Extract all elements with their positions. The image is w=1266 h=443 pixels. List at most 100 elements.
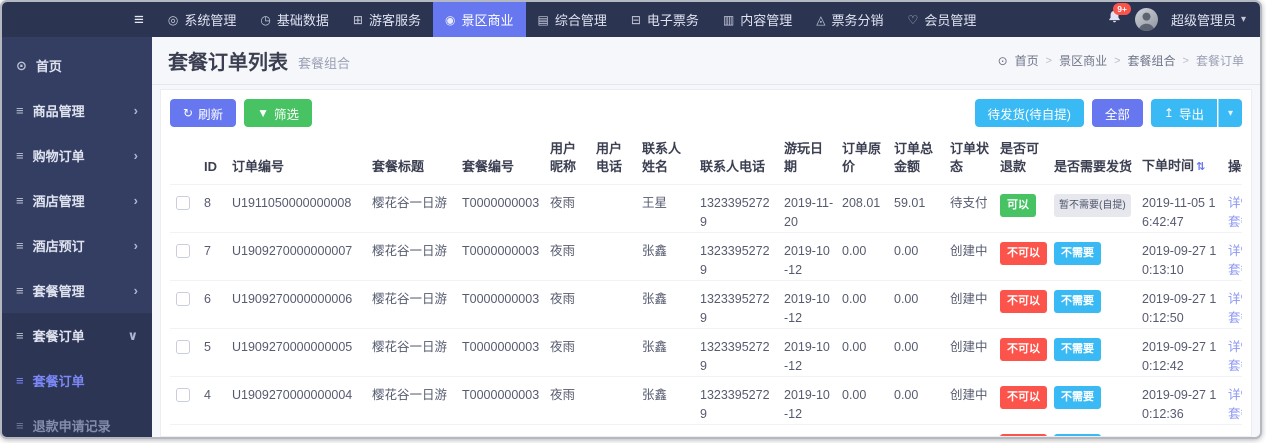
sidebar-item[interactable]: ≡ 购物订单 › bbox=[2, 133, 152, 178]
sidebar-item[interactable]: ≡ 退款申请记录 bbox=[2, 403, 152, 437]
menu-icon: ≡ bbox=[16, 373, 24, 388]
detail-link[interactable]: 详情 bbox=[1228, 244, 1242, 258]
export-button[interactable]: ↥ 导出 bbox=[1150, 99, 1217, 127]
package-link[interactable]: 套餐 bbox=[1228, 215, 1242, 229]
export-icon: ↥ bbox=[1163, 106, 1174, 120]
column-header-label: 联系人姓名 bbox=[642, 141, 682, 174]
sidebar-item[interactable]: ≡ 商品管理 › bbox=[2, 88, 152, 133]
cell-shipping: 不需要 bbox=[1050, 376, 1138, 425]
clock-icon: ◷ bbox=[260, 12, 271, 27]
row-checkbox[interactable] bbox=[176, 196, 190, 211]
top-menu: ◎ 系统管理 ◷ 基础数据 ⊞ 游客服务 ◉ 景区商业 ▤ 综合管理 ⊟ 电子票务 ▥ 内容管理 ◬ 票务分销… bbox=[156, 2, 988, 37]
cell-package-title: 樱花谷一日游 bbox=[368, 376, 458, 425]
top-menu-item[interactable]: ⊞ 游客服务 bbox=[341, 2, 433, 37]
column-header-label: 用户昵称 bbox=[550, 141, 577, 174]
cell-package-no: T0000000003 bbox=[458, 232, 546, 281]
package-link[interactable]: 套餐 bbox=[1228, 263, 1242, 277]
all-button[interactable]: 全部 bbox=[1091, 99, 1143, 127]
shipping-badge: 不需要 bbox=[1054, 434, 1101, 436]
shipping-badge: 不需要 bbox=[1054, 386, 1101, 409]
top-menu-item-label: 票务分销 bbox=[831, 13, 884, 28]
cell-contact-phone: 13233952729 bbox=[696, 280, 780, 329]
pending-shipment-button[interactable]: 待发货(待自提) bbox=[974, 99, 1084, 127]
row-checkbox[interactable] bbox=[176, 388, 190, 403]
cell-status: 创建中 bbox=[946, 424, 996, 436]
refresh-button[interactable]: ↻ 刷新 bbox=[170, 99, 237, 127]
column-header-label: 套餐标题 bbox=[372, 158, 425, 174]
breadcrumb-separator: > bbox=[1045, 54, 1053, 67]
chevron-down-icon: ▾ bbox=[1227, 107, 1233, 119]
top-menu-item[interactable]: ◉ 景区商业 bbox=[433, 2, 526, 37]
top-menu-item[interactable]: ◷ 基础数据 bbox=[248, 2, 341, 37]
avatar[interactable] bbox=[1134, 8, 1158, 31]
user-menu[interactable]: 超级管理员 ▾ bbox=[1171, 10, 1246, 29]
cell-contact-phone: 13233952729 bbox=[696, 328, 780, 377]
refundable-badge: 不可以 bbox=[1000, 242, 1047, 265]
filter-icon: ▼ bbox=[257, 106, 269, 120]
cell-status: 创建中 bbox=[946, 280, 996, 329]
export-dropdown-button[interactable]: ▾ bbox=[1217, 99, 1242, 127]
breadcrumb-item[interactable]: 套餐组合 bbox=[1128, 52, 1176, 69]
cell-created-at: 2019-09-27 10:13:10 bbox=[1138, 232, 1224, 281]
sidebar-item[interactable]: ≡ 套餐管理 › bbox=[2, 268, 152, 313]
hamburger-icon[interactable]: ≡ bbox=[122, 2, 156, 37]
detail-link[interactable]: 详情 bbox=[1228, 340, 1242, 354]
cell-contact-phone: 13233952729 bbox=[696, 376, 780, 425]
sidebar-item[interactable]: ≡ 套餐订单 ∨ bbox=[2, 313, 152, 358]
refundable-badge: 不可以 bbox=[1000, 386, 1047, 409]
top-menu-item[interactable]: ♡ 会员管理 bbox=[896, 2, 989, 37]
notifications-button[interactable]: 9+ bbox=[1107, 3, 1131, 30]
breadcrumb-item[interactable]: 首页 bbox=[1015, 52, 1039, 69]
top-menu-item[interactable]: ◬ 票务分销 bbox=[804, 2, 895, 37]
top-menu-item[interactable]: ⊟ 电子票务 bbox=[619, 2, 711, 37]
cell-id: 3 bbox=[200, 424, 228, 436]
column-header-label: 订单编号 bbox=[232, 158, 285, 174]
filter-button[interactable]: ▼ 筛选 bbox=[244, 99, 312, 127]
cell-refundable: 不可以 bbox=[996, 424, 1050, 436]
sidebar-item-label: 酒店预订 bbox=[32, 239, 85, 254]
chevron-right-icon: › bbox=[133, 283, 138, 298]
refundable-badge: 可以 bbox=[1000, 194, 1036, 217]
topbar-right: 9+ 超级管理员 ▾ bbox=[1107, 2, 1260, 37]
sidebar-item[interactable]: ⊙ 首页 bbox=[2, 43, 152, 88]
table-row: 5 U1909270000000005 樱花谷一日游 T0000000003 夜雨 张鑫 1… bbox=[170, 328, 1242, 377]
cell-user-phone bbox=[592, 424, 638, 436]
top-menu-item[interactable]: ▤ 综合管理 bbox=[526, 2, 619, 37]
cell-contact-name: 王星 bbox=[638, 184, 696, 233]
cell-refundable: 不可以 bbox=[996, 328, 1050, 377]
detail-link[interactable]: 详情 bbox=[1228, 388, 1242, 402]
column-header-label: 订单原价 bbox=[842, 141, 882, 174]
column-header: 订单原价 bbox=[838, 136, 890, 185]
detail-link[interactable]: 详情 bbox=[1228, 196, 1242, 210]
column-header: 订单编号 bbox=[228, 136, 368, 185]
row-checkbox[interactable] bbox=[176, 340, 190, 355]
cell-id: 4 bbox=[200, 376, 228, 425]
breadcrumb-separator: > bbox=[1182, 54, 1189, 67]
sidebar-item[interactable]: ≡ 酒店预订 › bbox=[2, 223, 152, 268]
shipping-badge: 不需要 bbox=[1054, 338, 1101, 361]
top-menu-item[interactable]: ▥ 内容管理 bbox=[711, 2, 804, 37]
breadcrumb: ⊙ 首页 > 景区商业 > 套餐组合 > 套餐订单 bbox=[998, 52, 1244, 69]
package-link[interactable]: 套餐 bbox=[1228, 359, 1242, 373]
package-link[interactable]: 套餐 bbox=[1228, 311, 1242, 325]
refundable-badge: 不可以 bbox=[1000, 434, 1047, 436]
menu-icon: ≡ bbox=[16, 148, 24, 163]
sidebar-item[interactable]: ≡ 套餐订单 bbox=[2, 358, 152, 403]
chevron-down-icon: ∨ bbox=[127, 327, 138, 343]
sidebar-item[interactable]: ≡ 酒店管理 › bbox=[2, 178, 152, 223]
table-row: 6 U1909270000000006 樱花谷一日游 T0000000003 夜雨 张鑫 1… bbox=[170, 280, 1242, 329]
breadcrumb-item[interactable]: 景区商业 bbox=[1059, 52, 1107, 69]
cell-total-amount: 0.00 bbox=[890, 376, 946, 425]
package-link[interactable]: 套餐 bbox=[1228, 407, 1242, 421]
row-checkbox[interactable] bbox=[176, 292, 190, 307]
row-checkbox[interactable] bbox=[176, 244, 190, 259]
sort-icon[interactable]: ⇅ bbox=[1196, 161, 1205, 173]
detail-link[interactable]: 详情 bbox=[1228, 292, 1242, 306]
cell-package-title: 樱花谷一日游 bbox=[368, 232, 458, 281]
top-menu-item[interactable]: ◎ 系统管理 bbox=[156, 2, 249, 37]
cell-nickname: 夜雨 bbox=[546, 376, 592, 425]
column-header: 套餐编号 bbox=[458, 136, 546, 185]
cell-contact-name: 张鑫 bbox=[638, 376, 696, 425]
cell-total-amount: 0.00 bbox=[890, 328, 946, 377]
column-header-label: 是否需要发货 bbox=[1054, 158, 1133, 174]
